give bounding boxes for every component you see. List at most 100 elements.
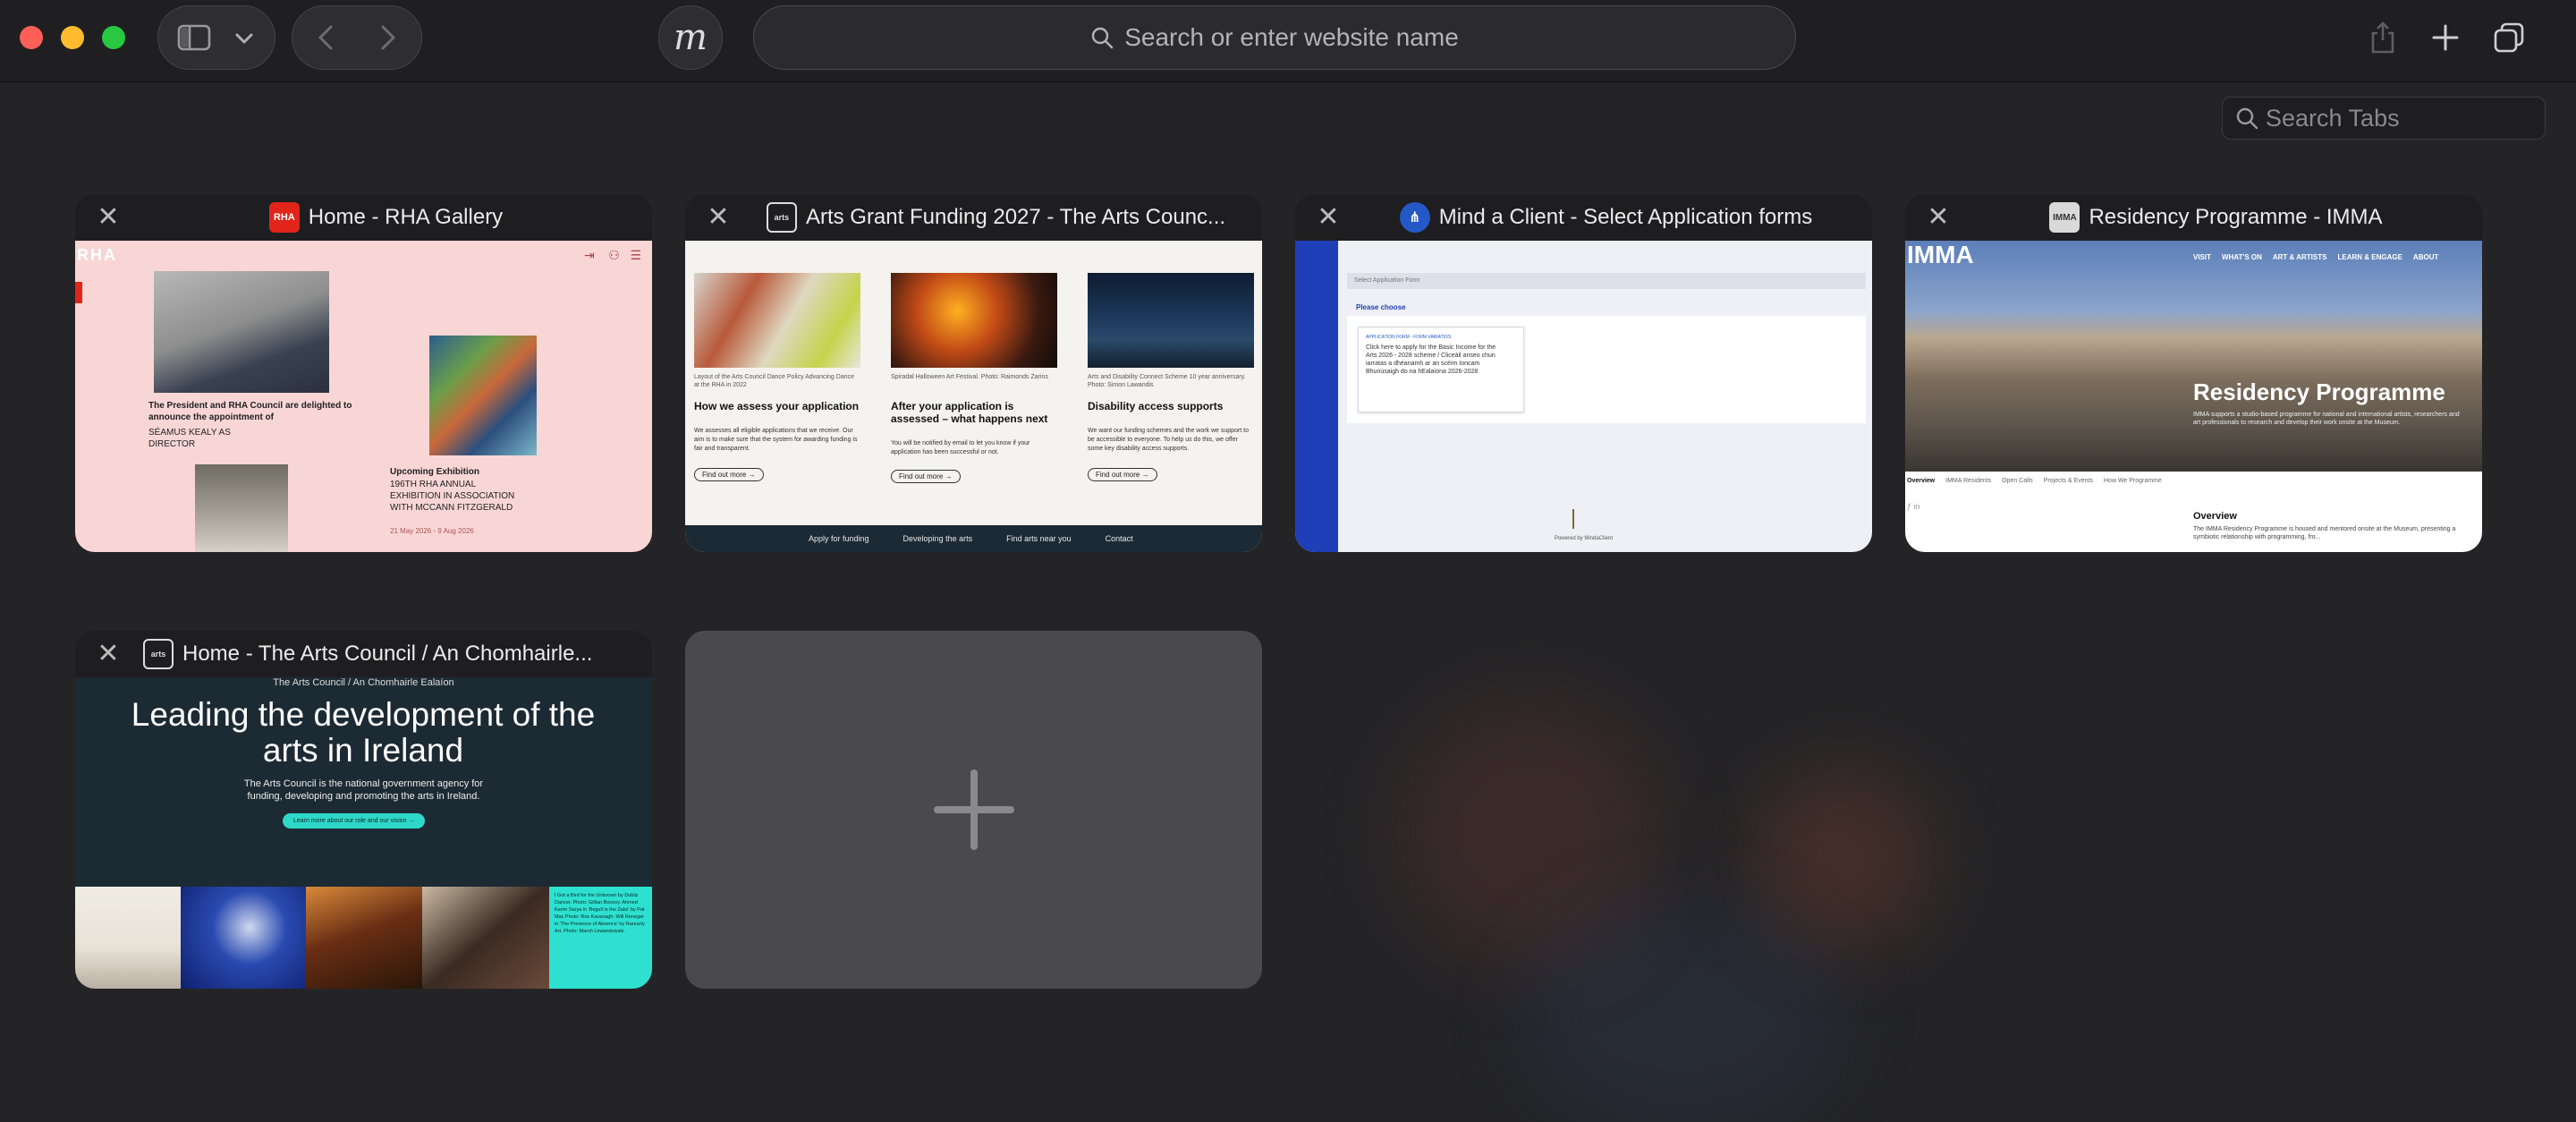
footer-link[interactable]: Contact <box>1106 534 1133 543</box>
arts-image-1 <box>694 273 860 368</box>
tab-card-imma[interactable]: ✕ IMMA Residency Programme - IMMA IMMA V… <box>1905 194 2482 552</box>
arts-body-3: We want our funding schemes and the work… <box>1088 428 1250 452</box>
arts-image-3 <box>1088 273 1254 368</box>
rha-portrait-image <box>154 271 329 393</box>
mac-form-card[interactable]: APPLICATION FORM - FORM VARIATIOS Click … <box>1358 327 1524 412</box>
imma-sub-nav-item[interactable]: Projects & Events <box>2044 478 2093 484</box>
imma-nav-item[interactable]: ART & ARTISTS <box>2273 253 2327 261</box>
find-out-more-button[interactable]: Find out more → <box>1088 468 1157 481</box>
zoom-window-button[interactable] <box>102 26 125 49</box>
share-button[interactable] <box>2363 16 2402 59</box>
forward-button[interactable] <box>370 20 406 55</box>
tab-group-menu-button[interactable] <box>229 23 259 54</box>
chevron-right-icon <box>381 25 395 50</box>
close-tab-button[interactable]: ✕ <box>95 641 122 667</box>
arts-heading-2: After your application is assessed – wha… <box>891 400 1048 425</box>
imma-sub-nav-item[interactable]: Open Calls <box>2002 478 2033 484</box>
new-tab-tile[interactable] <box>685 631 1262 989</box>
tab-card-header: ✕ RHA Home - RHA Gallery <box>75 194 652 241</box>
imma-overview-text: The IMMA Residency Programme is housed a… <box>2193 526 2456 540</box>
tab-card-title: arts Home - The Arts Council / An Chomha… <box>138 631 634 677</box>
imma-nav-item[interactable]: ABOUT <box>2413 253 2438 261</box>
rha-nav-icons: ⇥ ⚇ ☰ <box>583 248 641 262</box>
imma-nav: VISIT WHAT'S ON ART & ARTISTS LEARN & EN… <box>2193 253 2438 261</box>
imma-sub-nav-item[interactable]: How We Programme <box>2104 478 2162 484</box>
tab-card-arts-council-home[interactable]: ✕ arts Home - The Arts Council / An Chom… <box>75 631 652 989</box>
tab-preview[interactable]: IMMA VISIT WHAT'S ON ART & ARTISTS LEARN… <box>1905 241 2482 552</box>
mac-please-choose: Please choose <box>1356 303 1406 311</box>
arts-image-2 <box>891 273 1057 368</box>
profile-letter: m <box>674 17 708 58</box>
find-out-more-button[interactable]: Find out more → <box>694 468 764 481</box>
mac-form-text: Click here to apply for the Basic Income… <box>1366 344 1496 375</box>
rha-exhibition-text: 196TH RHA ANNUAL EXHIBITION IN ASSOCIATI… <box>390 480 515 513</box>
minimize-window-button[interactable] <box>61 26 84 49</box>
tab-card-title: ⋔ Mind a Client - Select Application for… <box>1358 194 1854 241</box>
new-tab-button[interactable] <box>2426 16 2465 59</box>
search-icon <box>1092 27 1114 49</box>
rha-exhibition-date: 21 May 2026 - 9 Aug 2026 <box>390 527 474 535</box>
tab-preview[interactable]: Layout of the Arts Council Dance Policy … <box>685 241 1262 552</box>
arts-body-2: You will be notified by email to let you… <box>891 440 1030 455</box>
tab-card-mind-a-client[interactable]: ✕ ⋔ Mind a Client - Select Application f… <box>1295 194 1872 552</box>
tab-card-rha[interactable]: ✕ RHA Home - RHA Gallery RHA ⇥ ⚇ ☰ The P… <box>75 194 652 552</box>
arts-caption-2: Spiradal Halloween Art Festival. Photo: … <box>891 374 1048 380</box>
close-tab-button[interactable]: ✕ <box>95 204 122 231</box>
arts-council-favicon: arts <box>766 202 797 233</box>
address-bar[interactable]: Search or enter website name <box>753 5 1796 70</box>
ac-gallery-image-3 <box>306 887 422 989</box>
imma-sub-nav-item[interactable]: IMMA Residents <box>1945 478 1991 484</box>
tab-overview-button[interactable] <box>2488 16 2529 59</box>
arts-caption-3: Arts and Disability Connect Scheme 10 ye… <box>1088 374 1246 388</box>
imma-nav-item[interactable]: LEARN & ENGAGE <box>2337 253 2402 261</box>
tab-card-header: ✕ IMMA Residency Programme - IMMA <box>1905 194 2482 241</box>
rha-director: SÉAMUS KEALY AS DIRECTOR <box>148 428 231 449</box>
footer-link[interactable]: Find arts near you <box>1006 534 1072 543</box>
rha-announcement: The President and RHA Council are deligh… <box>148 401 352 422</box>
back-button[interactable] <box>308 20 343 55</box>
mac-select-field: Select Application Form <box>1347 273 1866 289</box>
rha-photo-image <box>195 464 288 552</box>
browser-toolbar: m Search or enter website name <box>0 0 2576 82</box>
arts-heading-1: How we assess your application <box>694 400 860 412</box>
chevron-down-icon <box>235 33 253 44</box>
background-glow <box>1395 698 1664 966</box>
plus-icon <box>933 769 1014 850</box>
close-window-button[interactable] <box>20 26 43 49</box>
tab-card-arts-grant[interactable]: ✕ arts Arts Grant Funding 2027 - The Art… <box>685 194 1262 552</box>
footer-link[interactable]: Apply for funding <box>809 534 869 543</box>
find-out-more-button[interactable]: Find out more → <box>891 470 961 483</box>
search-tabs-input[interactable] <box>2266 104 2534 132</box>
arts-council-favicon: arts <box>143 639 174 669</box>
sidebar-icon <box>177 24 211 51</box>
ac-side-panel: I Got a Bird for the Unknown by Dubliz D… <box>549 887 652 989</box>
imma-nav-item[interactable]: WHAT'S ON <box>2222 253 2262 261</box>
footer-link[interactable]: Developing the arts <box>903 534 973 543</box>
tab-preview[interactable]: RHA ⇥ ⚇ ☰ The President and RHA Council … <box>75 241 652 552</box>
mind-a-client-favicon: ⋔ <box>1399 202 1430 233</box>
mac-footer-crest <box>1572 509 1605 529</box>
background-glow <box>1753 769 1932 948</box>
sidebar-toggle-button[interactable] <box>172 18 216 57</box>
imma-favicon: IMMA <box>2049 202 2080 233</box>
rha-side-tab <box>75 282 82 303</box>
imma-nav-item[interactable]: VISIT <box>2193 253 2211 261</box>
tab-preview[interactable]: Select Application Form Please choose AP… <box>1295 241 1872 552</box>
profile-button[interactable]: m <box>658 5 723 70</box>
ac-cta-button[interactable]: Learn more about our role and our vision… <box>283 813 426 829</box>
tab-preview[interactable]: The Arts Council / An Chomhairle Ealaíon… <box>75 677 652 989</box>
ac-eyebrow: The Arts Council / An Chomhairle Ealaíon <box>273 677 454 688</box>
close-tab-button[interactable]: ✕ <box>1315 204 1342 231</box>
mac-footer: Powered by MindaClient <box>1554 536 1614 541</box>
close-tab-button[interactable]: ✕ <box>705 204 732 231</box>
imma-hero-image <box>1905 241 2482 472</box>
close-tab-button[interactable]: ✕ <box>1925 204 1952 231</box>
imma-sub-nav-item[interactable]: Overview <box>1907 478 1935 484</box>
background-glow <box>1521 904 1843 1122</box>
search-tabs-field[interactable] <box>2222 97 2546 140</box>
share-icon <box>2371 21 2394 54</box>
rha-favicon: RHA <box>268 202 300 233</box>
imma-social-icons: ƒ in <box>1907 502 1920 511</box>
ac-headline: Leading the development of the arts in I… <box>131 696 596 769</box>
imma-logo: IMMA <box>1907 241 1974 268</box>
